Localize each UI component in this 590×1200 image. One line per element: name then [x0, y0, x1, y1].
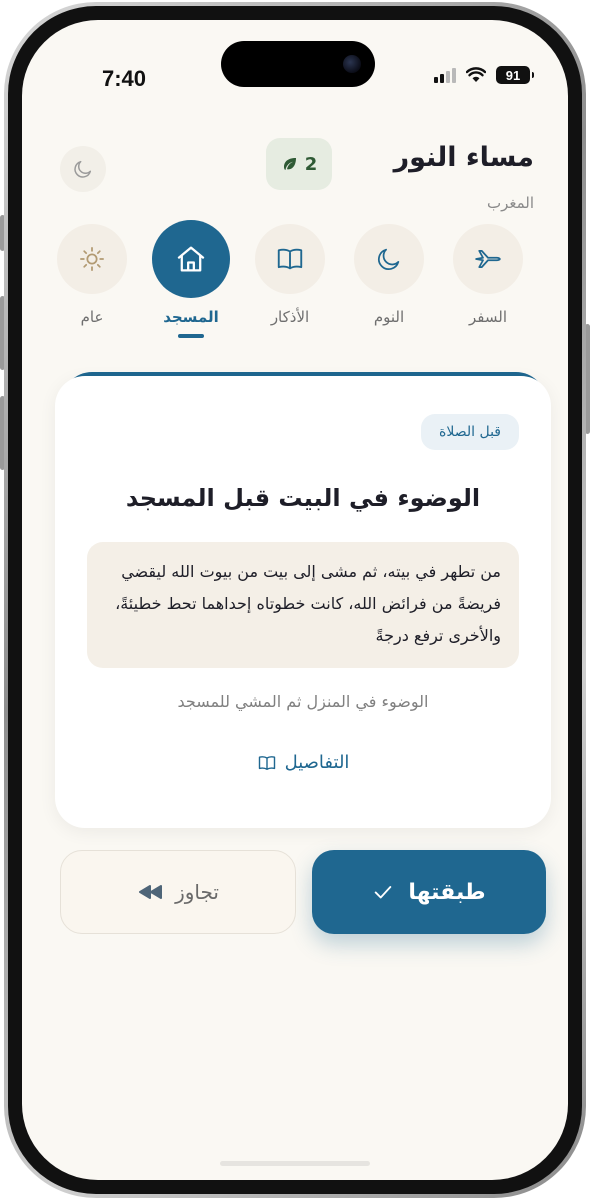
battery-icon: 91	[496, 66, 534, 84]
category-general-label: عام	[80, 308, 104, 326]
streak-badge[interactable]: 2	[266, 138, 332, 190]
category-mosque[interactable]: المسجد	[146, 220, 236, 338]
skip-button[interactable]: تجاوز	[60, 850, 296, 934]
category-adhkar-circle	[255, 224, 325, 294]
habit-card: قبل الصلاة الوضوء في البيت قبل المسجد من…	[55, 376, 551, 828]
card-title: الوضوء في البيت قبل المسجد	[125, 484, 481, 512]
phone-frame: 7:40 91 مساء النور المغرب 2 السفر النوم …	[4, 2, 586, 1198]
theme-toggle-button[interactable]	[60, 146, 106, 192]
details-label: التفاصيل	[284, 752, 350, 773]
home-indicator	[220, 1161, 370, 1166]
hadith-text: من تطهر في بيته، ثم مشى إلى بيت من بيوت …	[87, 542, 519, 668]
airplane-icon	[475, 250, 501, 268]
moon-icon	[378, 248, 400, 270]
camera-icon	[343, 55, 361, 73]
category-bar: السفر النوم الأذكار المسجد عام	[22, 220, 568, 364]
category-travel[interactable]: السفر	[443, 224, 533, 326]
streak-count: 2	[304, 153, 318, 175]
category-mosque-circle	[152, 220, 230, 298]
phone-bezel: 7:40 91 مساء النور المغرب 2 السفر النوم …	[8, 6, 582, 1194]
leaf-icon	[283, 158, 296, 170]
category-general-circle	[57, 224, 127, 294]
category-adhkar[interactable]: الأذكار	[245, 224, 335, 326]
app-screen: 7:40 91 مساء النور المغرب 2 السفر النوم …	[22, 20, 568, 1180]
skip-label: تجاوز	[175, 880, 219, 904]
cellular-signal-icon	[434, 67, 456, 83]
dynamic-island	[221, 41, 375, 87]
checkmark-icon	[375, 886, 392, 899]
done-label: طبقتها	[408, 879, 486, 905]
book-icon	[277, 248, 303, 270]
category-sleep-label: النوم	[373, 308, 405, 326]
moon-icon	[74, 160, 92, 178]
category-sleep-circle	[354, 224, 424, 294]
house-icon	[177, 246, 205, 272]
sun-icon	[80, 247, 104, 271]
category-adhkar-label: الأذكار	[270, 308, 310, 326]
category-travel-label: السفر	[469, 308, 507, 326]
card-tag: قبل الصلاة	[421, 414, 519, 450]
category-travel-circle	[453, 224, 523, 294]
prayer-time-label: المغرب	[486, 194, 534, 212]
wifi-icon	[466, 67, 486, 82]
greeting-title: مساء النور	[393, 142, 534, 173]
card-description: الوضوء في المنزل ثم المشي للمسجد	[177, 692, 429, 711]
category-sleep[interactable]: النوم	[344, 224, 434, 326]
book-icon	[258, 755, 275, 770]
status-icons: 91	[434, 66, 534, 84]
done-button[interactable]: طبقتها	[312, 850, 546, 934]
status-time: 7:40	[102, 66, 147, 91]
category-general[interactable]: عام	[47, 224, 137, 326]
details-link[interactable]: التفاصيل	[55, 752, 551, 773]
category-mosque-label: المسجد	[163, 308, 219, 326]
active-tab-indicator	[178, 334, 204, 338]
fast-forward-icon	[139, 885, 163, 899]
